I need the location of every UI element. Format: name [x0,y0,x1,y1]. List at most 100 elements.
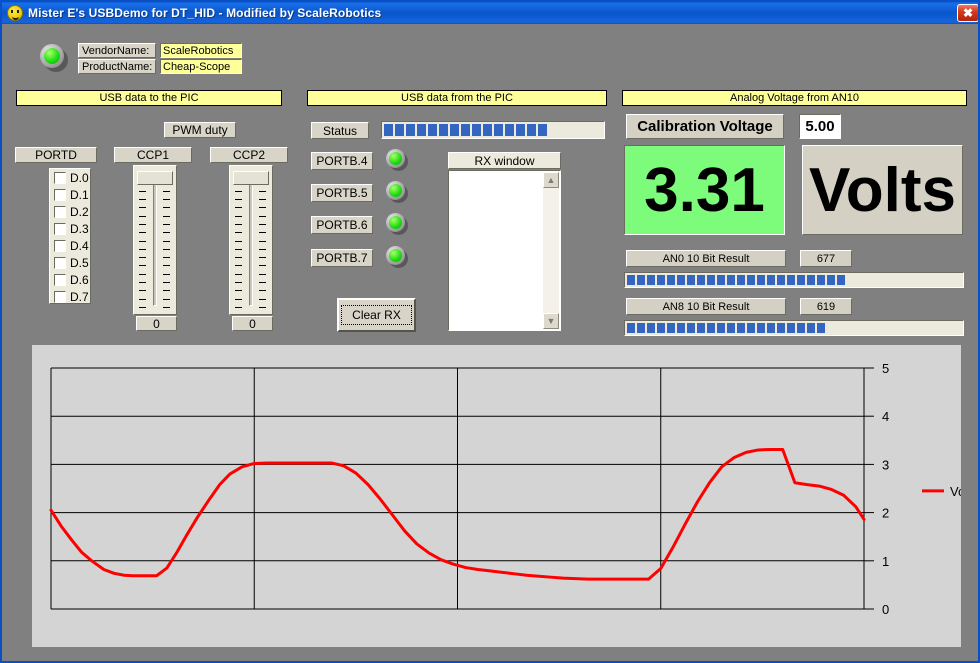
progress-segment [767,275,775,285]
progress-segment [697,275,705,285]
portb5-led [386,181,408,203]
an8-progress-bar [624,320,964,336]
checkbox-d-5[interactable] [54,257,66,269]
progress-segment [627,275,635,285]
scroll-up-icon[interactable]: ▲ [543,172,559,188]
progress-segment [757,323,765,333]
clear-rx-button[interactable]: Clear RX [337,298,416,332]
progress-segment [717,323,725,333]
progress-segment [757,275,765,285]
progress-segment [737,275,745,285]
an0-result-label: AN0 10 Bit Result [626,250,786,267]
ccp1-label: CCP1 [114,147,192,163]
progress-segment [817,323,825,333]
an8-result-label: AN8 10 Bit Result [626,298,786,315]
progress-segment [787,275,795,285]
voltage-unit-display: Volts [802,145,963,235]
ccp2-slider-groove [249,178,253,306]
rx-window-title: RX window [448,152,561,169]
checkbox-d-2[interactable] [54,206,66,218]
close-icon[interactable]: ✖ [957,4,979,22]
portd-checkbox-row[interactable]: D.0 [50,169,90,186]
portd-checkbox-row[interactable]: D.4 [50,237,90,254]
progress-segment [627,323,635,333]
product-name-label: ProductName: [78,59,156,74]
ccp1-slider-thumb[interactable] [137,171,173,185]
progress-segment [687,323,695,333]
portd-checkbox-row[interactable]: D.3 [50,220,90,237]
checkbox-d-0[interactable] [54,172,66,184]
chart-ytick-label: 5 [882,361,889,376]
ccp2-value: 0 [232,316,273,331]
progress-segment [483,124,492,136]
portb7-led [386,246,408,268]
window-title-bar: Mister E's USBDemo for DT_HID - Modified… [2,2,980,24]
ccp1-value: 0 [136,316,177,331]
portd-checkbox-row[interactable]: D.2 [50,203,90,220]
progress-segment [538,124,547,136]
scroll-down-icon[interactable]: ▼ [543,313,559,329]
portd-checkbox-row[interactable]: D.6 [50,271,90,288]
progress-segment [807,275,815,285]
portd-pin-label: D.6 [70,273,89,287]
progress-segment [747,275,755,285]
progress-segment [428,124,437,136]
analog-panel-banner: Analog Voltage from AN10 [622,90,967,106]
portd-pin-label: D.7 [70,290,89,304]
portd-label: PORTD [15,147,97,163]
progress-segment [677,275,685,285]
checkbox-d-6[interactable] [54,274,66,286]
ccp2-slider-thumb[interactable] [233,171,269,185]
calibration-voltage-input[interactable]: 5.00 [799,114,841,139]
progress-segment [637,323,645,333]
portd-checkbox-row[interactable]: D.1 [50,186,90,203]
progress-segment [707,323,715,333]
portd-pin-label: D.1 [70,188,89,202]
chart-ytick-label: 3 [882,457,889,472]
progress-segment [647,275,655,285]
voltage-value-display: 3.31 [624,145,785,235]
ccp1-slider[interactable] [133,165,177,315]
portb7-label: PORTB.7 [311,249,373,267]
checkbox-d-7[interactable] [54,291,66,303]
portd-checkbox-row[interactable]: D.7 [50,288,90,305]
progress-segment [837,275,845,285]
progress-segment [417,124,426,136]
progress-segment [697,323,705,333]
clear-rx-button-label: Clear RX [341,305,412,325]
portb4-label: PORTB.4 [311,152,373,170]
progress-segment [450,124,459,136]
portd-pin-label: D.2 [70,205,89,219]
portd-pin-label: D.5 [70,256,89,270]
smiley-icon [7,5,23,21]
chart-ytick-label: 2 [882,506,889,521]
portb4-led [386,149,408,171]
progress-segment [777,323,785,333]
checkbox-d-1[interactable] [54,189,66,201]
vendor-name-value: ScaleRobotics [160,43,242,58]
progress-segment [827,275,835,285]
progress-segment [461,124,470,136]
progress-segment [472,124,481,136]
progress-segment [747,323,755,333]
status-progress-bar [381,121,605,139]
progress-segment [439,124,448,136]
progress-segment [797,275,805,285]
voltage-chart-svg: 012345Volts [32,345,961,647]
checkbox-d-4[interactable] [54,240,66,252]
progress-segment [637,275,645,285]
portd-checkbox-row[interactable]: D.5 [50,254,90,271]
ccp2-slider[interactable] [229,165,273,315]
legend-label: Volts [950,484,961,499]
device-connected-led [40,44,68,72]
window-title: Mister E's USBDemo for DT_HID - Modified… [28,6,381,20]
rx-window-scrollbar[interactable]: ▲ ▼ [543,172,559,329]
rx-window-textarea[interactable]: ▲ ▼ [448,170,561,331]
progress-segment [727,275,735,285]
ccp2-label: CCP2 [210,147,288,163]
progress-segment [516,124,525,136]
progress-segment [527,124,536,136]
an0-progress-bar [624,272,964,288]
checkbox-d-3[interactable] [54,223,66,235]
portd-checkbox-list[interactable]: D.0 D.1 D.2D.3D.4 D.5 D.6 D.7 [49,168,91,304]
